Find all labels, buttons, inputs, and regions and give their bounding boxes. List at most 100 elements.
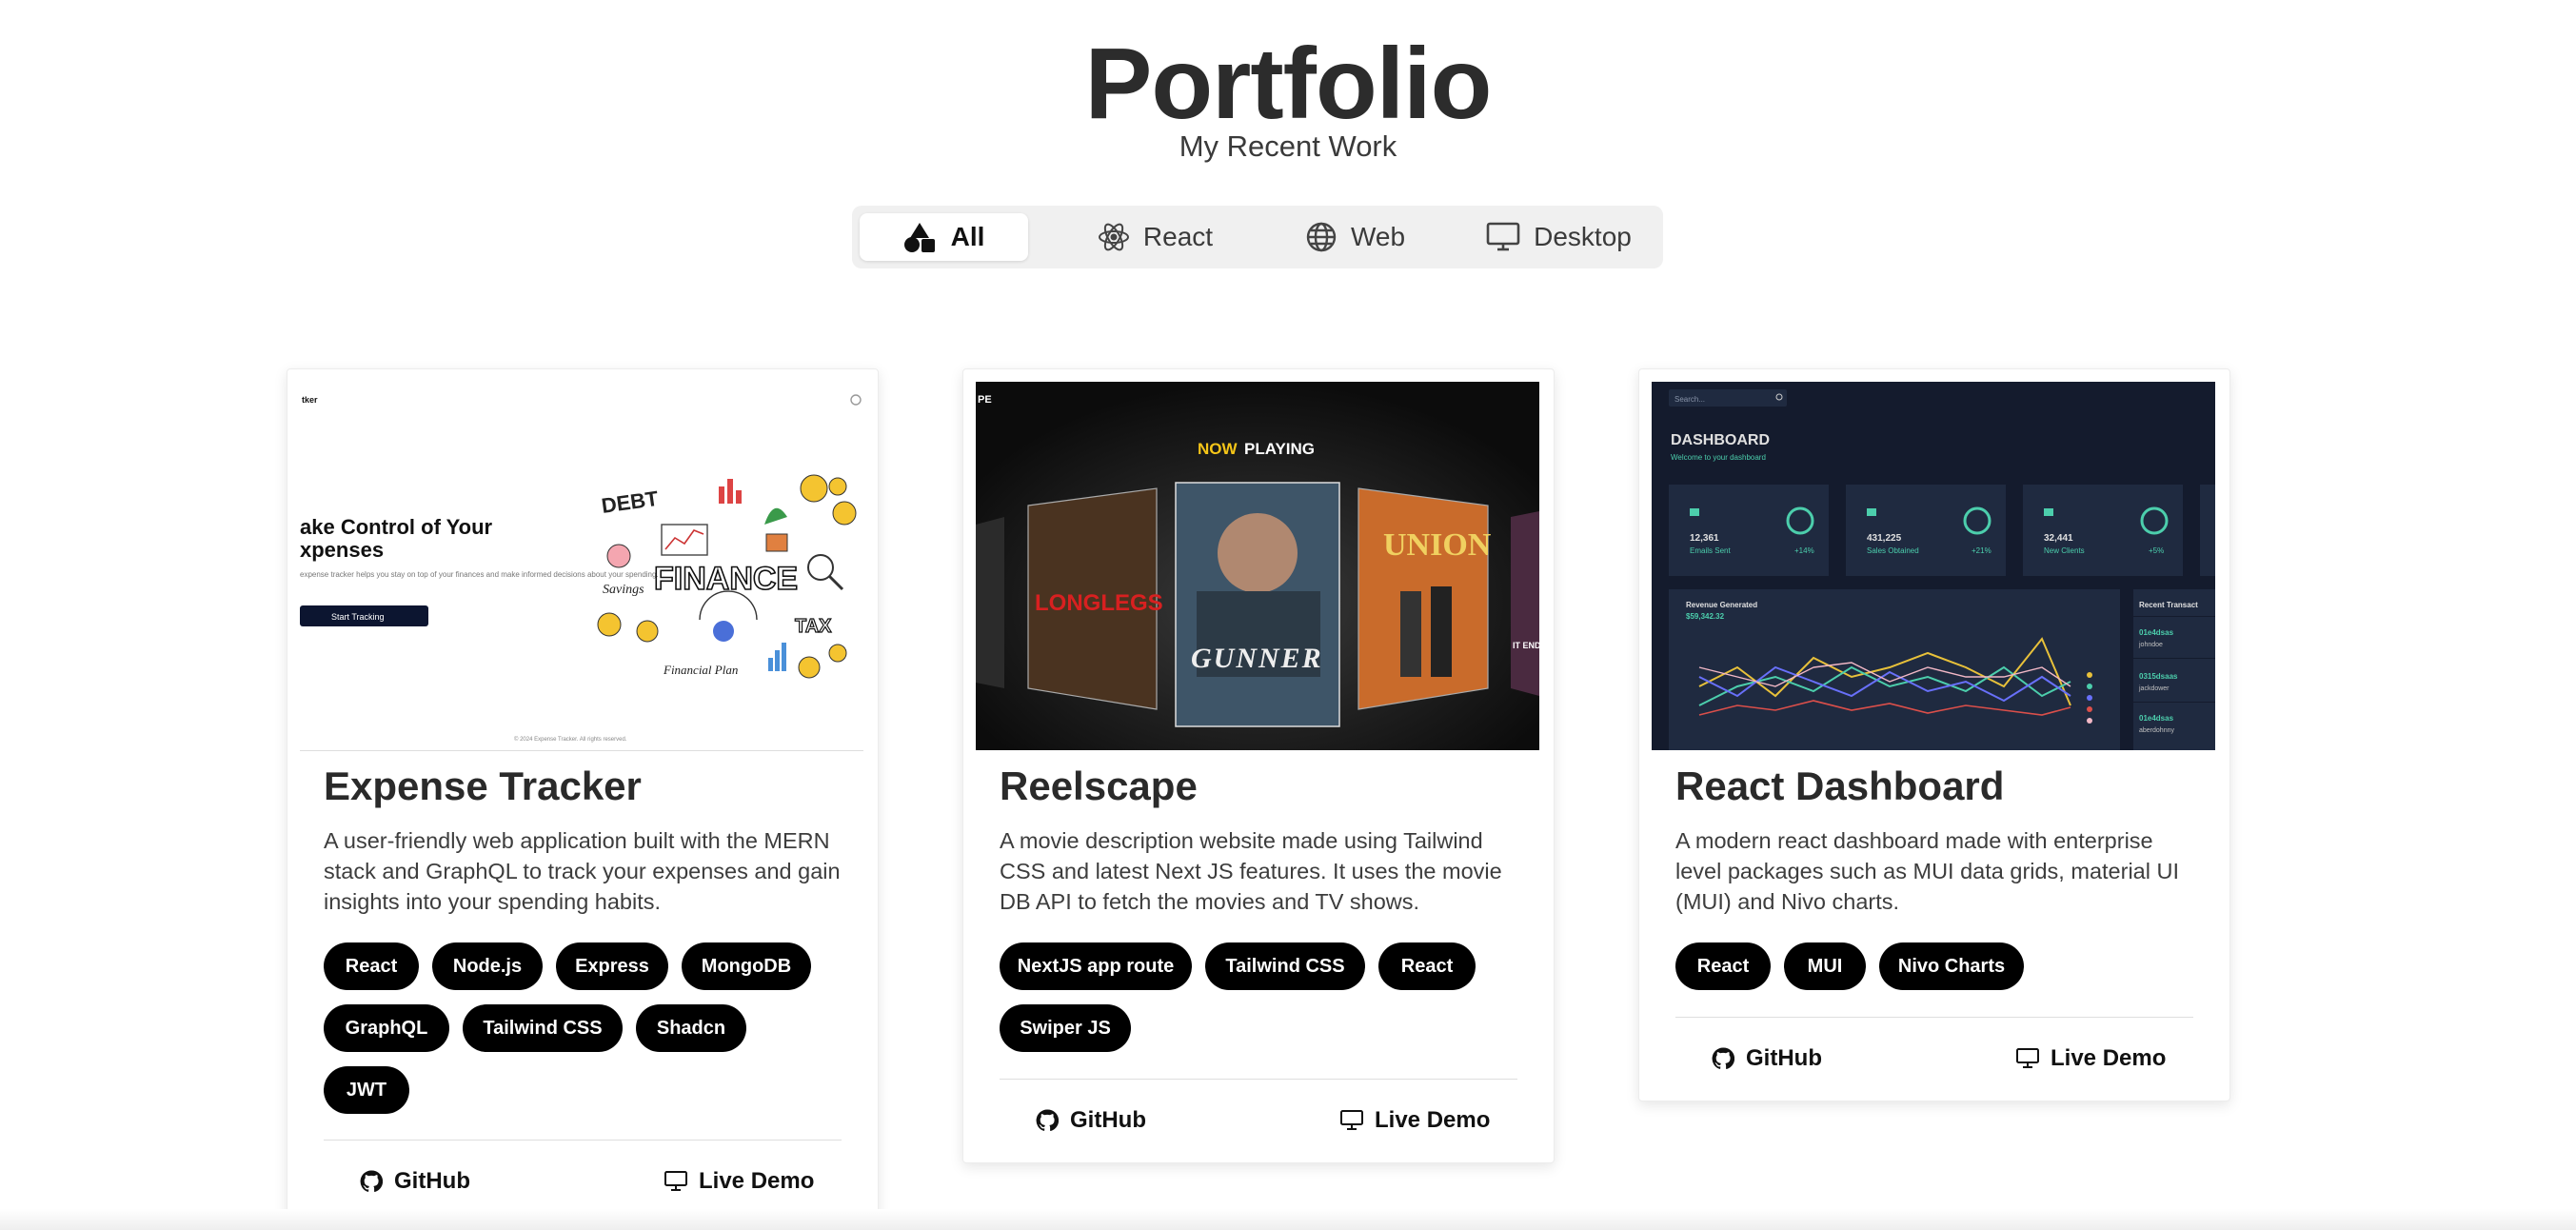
preview-recent-label: Recent Transact — [2139, 601, 2198, 609]
tech-tag: GraphQL — [324, 1004, 449, 1052]
project-card-expense-tracker: tker ake Control of Your xpenses expense… — [287, 368, 879, 1224]
filter-tab-bar: All React Web Desktop — [852, 206, 1663, 268]
filter-tab-desktop[interactable]: Desktop — [1461, 213, 1656, 261]
live-demo-link-label: Live Demo — [1375, 1107, 1491, 1133]
card-divider — [1675, 1017, 2193, 1018]
preview-hero-text: expense tracker helps you stay on top of… — [300, 570, 659, 579]
tech-tag: Nivo Charts — [1879, 942, 2024, 990]
preview-stat-value: 431,225 — [1867, 533, 1902, 544]
filter-tab-all[interactable]: All — [860, 213, 1028, 261]
preview-welcome: Welcome to your dashboard — [1671, 453, 1766, 462]
project-title: Reelscape — [1000, 764, 1198, 808]
project-preview-image[interactable]: PE NOW PLAYING LONGLEGS GUNNER UNION IT … — [976, 382, 1539, 750]
preview-transaction-id: 01e4dsas — [2139, 628, 2174, 637]
github-link[interactable]: GitHub — [1712, 1040, 1822, 1078]
globe-icon — [1306, 222, 1337, 252]
tech-tag: React — [324, 942, 419, 990]
preview-poster-title: UNION — [1383, 527, 1492, 563]
project-title: React Dashboard — [1675, 764, 2005, 808]
filter-tab-label: All — [950, 222, 985, 251]
preview-logo-text: PE — [978, 394, 992, 406]
github-icon — [1036, 1109, 1059, 1132]
live-demo-link[interactable]: Live Demo — [2016, 1040, 2166, 1078]
project-card-reelscape: PE NOW PLAYING LONGLEGS GUNNER UNION IT … — [962, 368, 1555, 1163]
shapes-icon — [903, 223, 935, 252]
live-demo-link-label: Live Demo — [2051, 1045, 2167, 1071]
tech-tag: NextJS app route — [1000, 942, 1192, 990]
preview-logo-text: tker — [302, 395, 318, 405]
preview-stat-delta: +5% — [2149, 546, 2164, 555]
github-icon — [1712, 1047, 1734, 1070]
preview-now-text: NOW — [1198, 440, 1238, 458]
tech-tag: MUI — [1784, 942, 1866, 990]
github-link[interactable]: GitHub — [1036, 1101, 1146, 1140]
project-description: A modern react dashboard made with enter… — [1675, 828, 2179, 914]
preview-playing-text: PLAYING — [1244, 440, 1315, 458]
github-link-label: GitHub — [1070, 1107, 1146, 1133]
tech-tag: Tailwind CSS — [463, 1004, 623, 1052]
tech-tag: JWT — [324, 1066, 409, 1114]
preview-stat-delta: +14% — [1794, 546, 1814, 555]
preview-stat-label: Sales Obtained — [1867, 546, 1919, 555]
card-divider — [324, 1140, 842, 1141]
preview-savings-word: Savings — [603, 583, 644, 597]
page-subtitle: My Recent Work — [1179, 129, 1397, 163]
live-demo-link[interactable]: Live Demo — [664, 1162, 814, 1200]
tech-tag: React — [1675, 942, 1771, 990]
page-title: Portfolio — [1084, 28, 1493, 140]
tech-tag: Express — [556, 942, 668, 990]
monitor-icon — [1486, 222, 1520, 251]
preview-tax-word: TAX — [795, 616, 832, 637]
github-link[interactable]: GitHub — [360, 1162, 470, 1200]
live-demo-link-label: Live Demo — [699, 1168, 815, 1194]
project-description: A user-friendly web application built wi… — [324, 828, 841, 914]
project-preview-image[interactable]: Search... DASHBOARD Welcome to your dash… — [1652, 382, 2215, 750]
github-link-label: GitHub — [394, 1168, 470, 1194]
tech-tag: Swiper JS — [1000, 1004, 1131, 1052]
preview-footer-text: © 2024 Expense Tracker. All rights reser… — [514, 736, 627, 743]
preview-heading: DASHBOARD — [1671, 432, 1770, 448]
project-description: A movie description website made using T… — [1000, 828, 1502, 914]
filter-tab-label: Desktop — [1534, 222, 1632, 251]
tech-tag: Node.js — [432, 942, 543, 990]
preview-stat-label: New Clients — [2044, 546, 2085, 555]
filter-tab-label: React — [1142, 222, 1214, 251]
preview-transaction-user: johndoe — [2138, 642, 2163, 648]
bottom-edge-shadow — [0, 1209, 2576, 1230]
preview-transaction-id: 0315dsaas — [2139, 672, 2178, 681]
preview-stat-label: Emails Sent — [1690, 546, 1731, 555]
preview-stat-value: 12,361 — [1690, 533, 1719, 544]
filter-tab-react[interactable]: React — [1071, 213, 1239, 261]
filter-tab-label: Web — [1350, 222, 1406, 251]
preview-poster-title: GUNNER — [1191, 643, 1323, 674]
preview-cta-text: Start Tracking — [331, 612, 385, 622]
preview-revenue-value: $59,342.32 — [1686, 612, 1725, 621]
preview-search-text: Search... — [1674, 395, 1705, 404]
preview-hero-line1: ake Control of Your — [300, 515, 493, 539]
monitor-icon — [664, 1171, 687, 1191]
tech-tag: MongoDB — [682, 942, 811, 990]
preview-transaction-user: jackdower — [2138, 685, 2170, 692]
preview-stat-value: 32,441 — [2044, 533, 2073, 544]
filter-tab-web[interactable]: Web — [1271, 213, 1439, 261]
preview-transaction-user: aberdohnny — [2139, 727, 2174, 734]
react-icon — [1098, 223, 1129, 251]
github-link-label: GitHub — [1746, 1045, 1822, 1071]
project-card-react-dashboard: Search... DASHBOARD Welcome to your dash… — [1638, 368, 2230, 1101]
preview-plan-word: Financial Plan — [663, 663, 738, 677]
live-demo-link[interactable]: Live Demo — [1340, 1101, 1490, 1140]
project-title: Expense Tracker — [324, 764, 642, 808]
monitor-icon — [2016, 1048, 2039, 1068]
tech-tag: Tailwind CSS — [1205, 942, 1365, 990]
preview-transaction-id: 01e4dsas — [2139, 714, 2174, 723]
preview-hero-line2: xpenses — [300, 538, 384, 562]
tech-tag: Shadcn — [636, 1004, 746, 1052]
tech-tag: React — [1378, 942, 1476, 990]
card-divider — [1000, 1079, 1517, 1080]
preview-poster-title: IT ENDS WITH US — [1513, 641, 1539, 650]
preview-stat-delta: +21% — [1972, 546, 1991, 555]
project-preview-image[interactable]: tker ake Control of Your xpenses expense… — [300, 382, 863, 751]
github-icon — [360, 1170, 383, 1193]
preview-debt-word: DEBT — [600, 486, 660, 518]
preview-revenue-label: Revenue Generated — [1686, 601, 1757, 609]
